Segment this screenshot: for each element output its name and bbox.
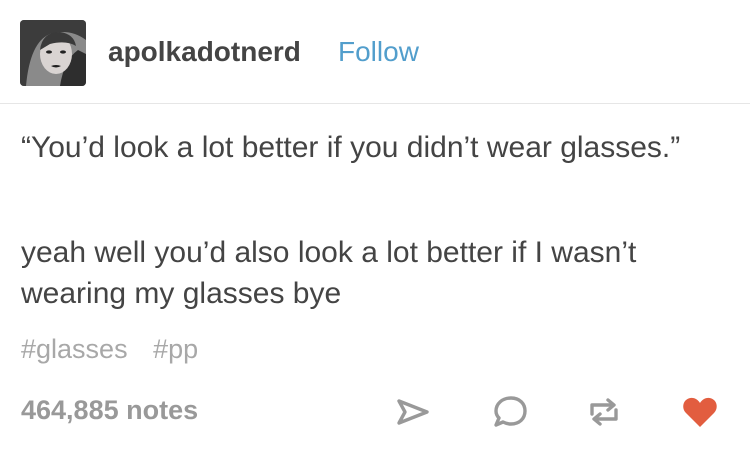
follow-button[interactable]: Follow: [338, 36, 419, 68]
reblog-icon[interactable]: [584, 392, 624, 432]
tag-pp[interactable]: #pp: [153, 334, 198, 364]
post-tags: #glasses #pp: [21, 334, 216, 365]
share-icon[interactable]: [392, 392, 432, 432]
post-reply-paragraph: yeah well you’d also look a lot better i…: [21, 236, 637, 310]
avatar[interactable]: [20, 20, 86, 86]
tag-glasses[interactable]: #glasses: [21, 334, 128, 364]
reply-icon[interactable]: [490, 392, 530, 432]
post-quote-paragraph: “You’d look a lot better if you didn’t w…: [21, 131, 681, 164]
notes-count[interactable]: 464,885 notes: [21, 395, 198, 426]
heart-icon[interactable]: [680, 392, 720, 432]
avatar-image: [20, 20, 86, 86]
author-username[interactable]: apolkadotnerd: [108, 36, 301, 68]
post-header: apolkadotnerd Follow: [0, 0, 750, 104]
